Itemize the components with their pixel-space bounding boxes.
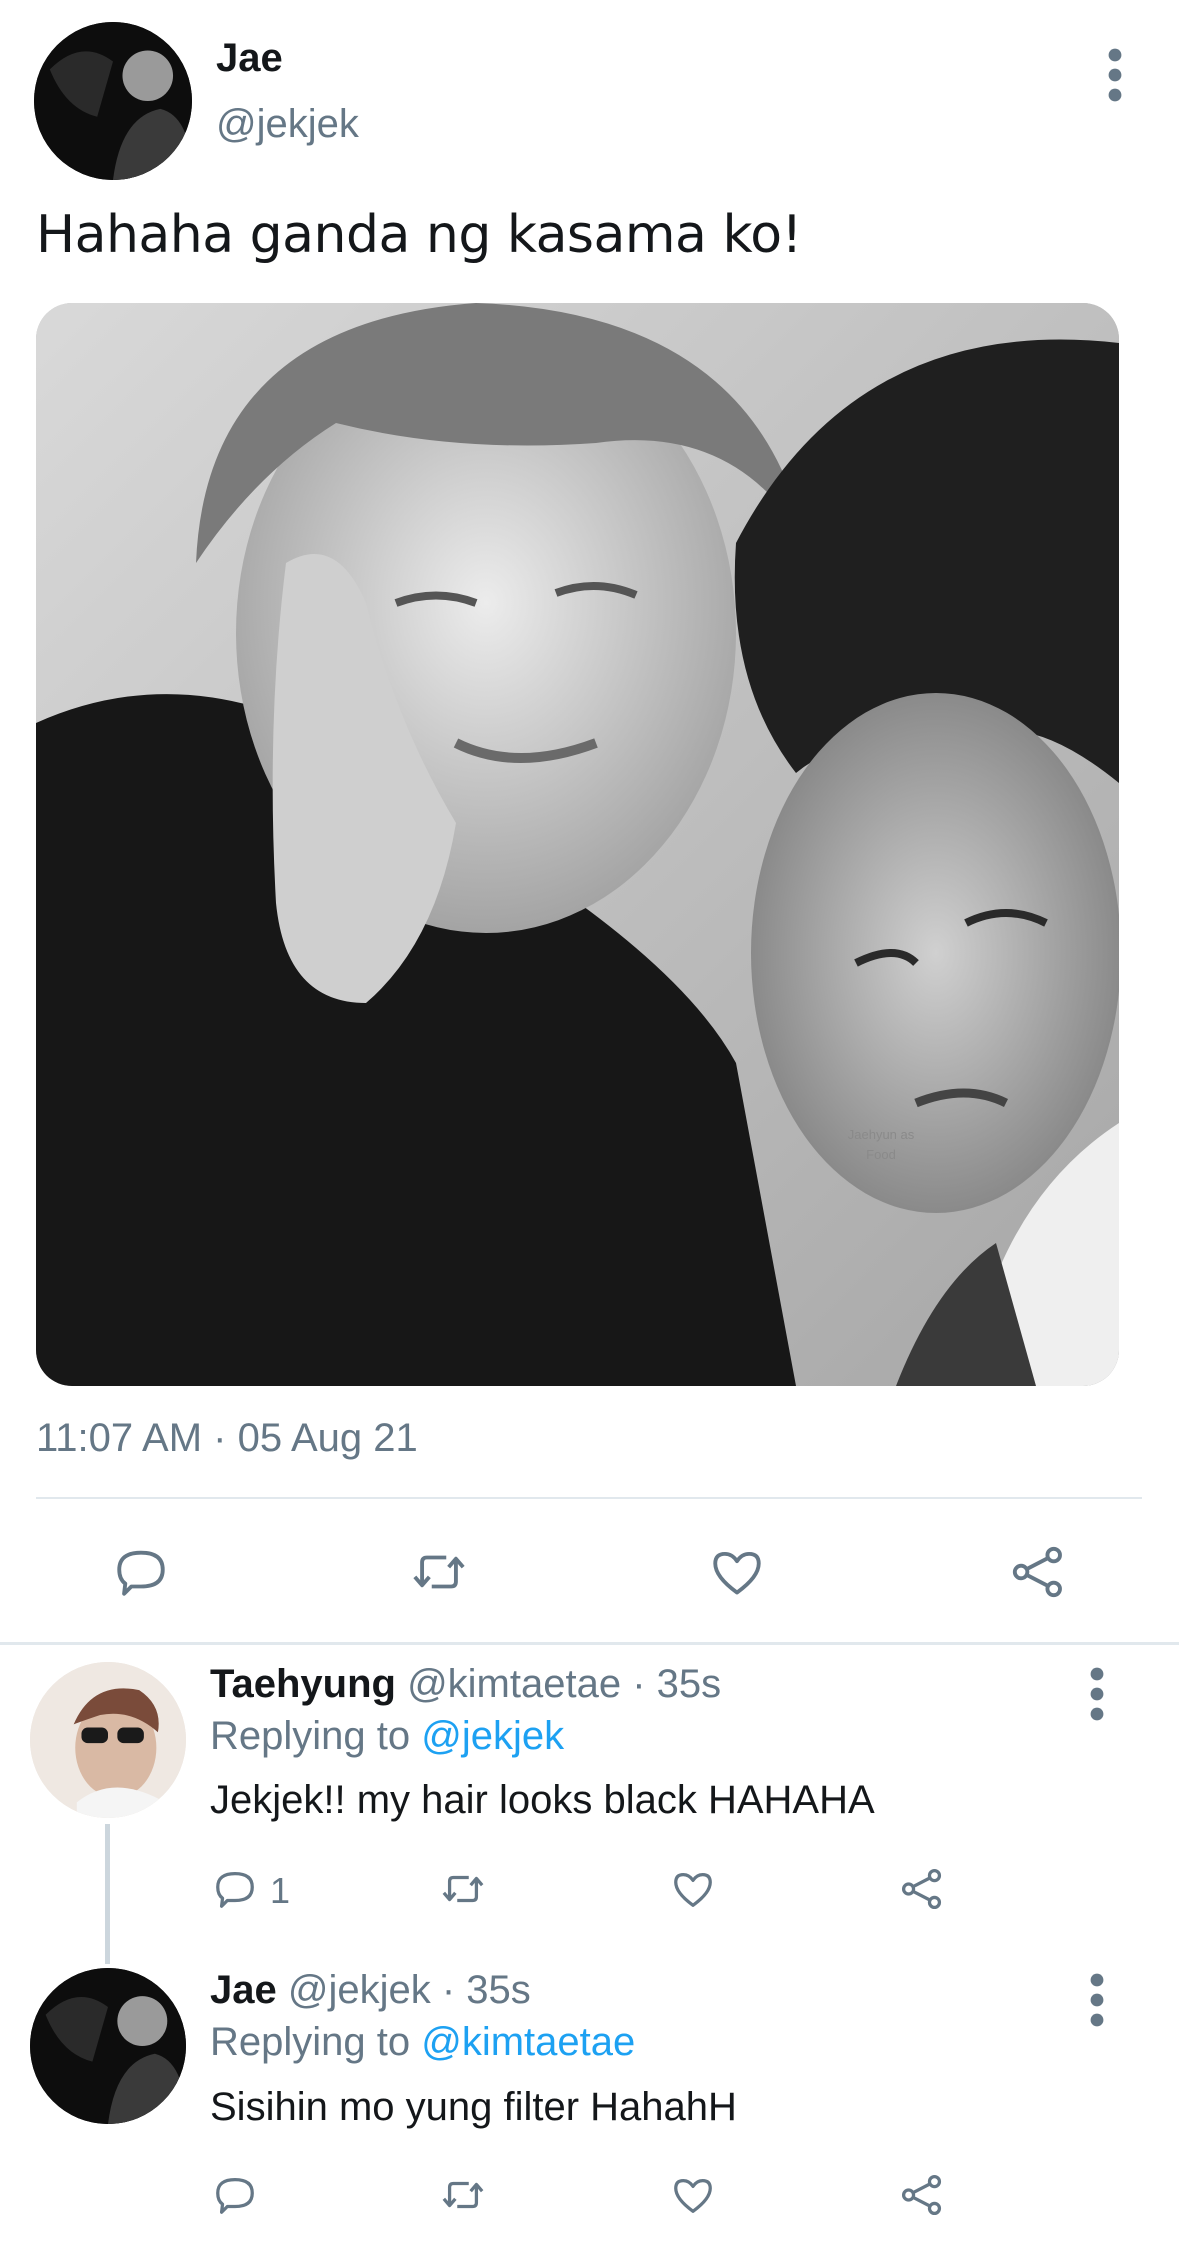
like-icon — [674, 1872, 712, 1907]
reply-avatar[interactable] — [30, 1662, 186, 1818]
reply-author-handle[interactable]: @jekjek — [288, 1968, 431, 2012]
reply-avatar-photo — [30, 1968, 186, 2124]
reply-icon — [216, 1872, 254, 1908]
reply-reply-button[interactable] — [210, 2172, 260, 2218]
like-icon — [674, 2178, 712, 2213]
author-avatar[interactable] — [34, 22, 192, 180]
reply-share-button[interactable] — [898, 1866, 946, 1912]
reply-time: · 35s — [430, 1968, 531, 2012]
reply-text: Jekjek!! my hair looks black HAHAHA — [210, 1778, 875, 1822]
replying-to-label: Replying to — [210, 2020, 422, 2064]
reply-header: Taehyung @kimtaetae · 35s — [210, 1662, 721, 1707]
replying-to-label: Replying to — [210, 1714, 422, 1758]
tweet-text: Hahaha ganda ng kasama ko! — [36, 205, 802, 265]
retweet-icon — [442, 1875, 484, 1903]
reply-avatar[interactable] — [30, 1968, 186, 2124]
author-name[interactable]: Jae — [216, 36, 283, 81]
reply-more-options-button[interactable] — [1077, 1664, 1117, 1724]
replying-to-link[interactable]: @kimtaetae — [421, 2020, 635, 2064]
reply-author-name[interactable]: Taehyung — [210, 1662, 396, 1706]
more-vertical-icon — [1090, 1973, 1104, 2027]
reply-text: Sisihin mo yung filter HahahH — [210, 2085, 737, 2129]
replying-to: Replying to @kimtaetae — [210, 2020, 635, 2065]
tweet-photo[interactable]: Jaehyun as Food — [36, 303, 1119, 1386]
photo-image — [36, 303, 1119, 1386]
reply-retweet-button[interactable] — [435, 1866, 491, 1912]
share-icon — [901, 1868, 942, 1910]
divider — [36, 1497, 1142, 1499]
retweet-icon — [442, 2181, 484, 2209]
reply-author-name[interactable]: Jae — [210, 1968, 277, 2012]
reply-retweet-button[interactable] — [435, 2172, 491, 2218]
reply-header: Jae @jekjek · 35s — [210, 1968, 531, 2013]
reply-reply-button[interactable] — [210, 1866, 260, 1912]
reply-avatar-photo — [30, 1662, 186, 1818]
divider — [0, 1642, 1179, 1645]
replying-to: Replying to @jekjek — [210, 1714, 564, 1759]
photo-watermark: Jaehyun as Food — [847, 1127, 915, 1162]
share-icon — [901, 2174, 942, 2216]
author-handle[interactable]: @jekjek — [216, 102, 359, 147]
replying-to-link[interactable]: @jekjek — [421, 1714, 564, 1758]
reply-time: · 35s — [621, 1662, 722, 1706]
retweet-button[interactable] — [405, 1543, 473, 1601]
share-icon — [1012, 1546, 1062, 1598]
reply-author-handle[interactable]: @kimtaetae — [407, 1662, 621, 1706]
reply-icon — [216, 2178, 254, 2214]
reply-button[interactable] — [110, 1543, 172, 1601]
more-options-button[interactable] — [1095, 45, 1135, 105]
retweet-icon — [413, 1555, 465, 1589]
reply-like-button[interactable] — [668, 1866, 718, 1912]
like-button[interactable] — [706, 1543, 768, 1601]
more-vertical-icon — [1090, 1667, 1104, 1721]
share-button[interactable] — [1008, 1543, 1068, 1601]
reply-like-button[interactable] — [668, 2172, 718, 2218]
thread-line — [105, 1824, 110, 1964]
reply-more-options-button[interactable] — [1077, 1970, 1117, 2030]
reply-icon — [117, 1550, 165, 1596]
more-vertical-icon — [1108, 48, 1122, 102]
reply-share-button[interactable] — [898, 2172, 946, 2218]
avatar-photo — [34, 22, 192, 180]
reply-count: 1 — [270, 1870, 291, 1911]
like-icon — [713, 1551, 761, 1595]
tweet-timestamp[interactable]: 11:07 AM · 05 Aug 21 — [36, 1416, 418, 1461]
